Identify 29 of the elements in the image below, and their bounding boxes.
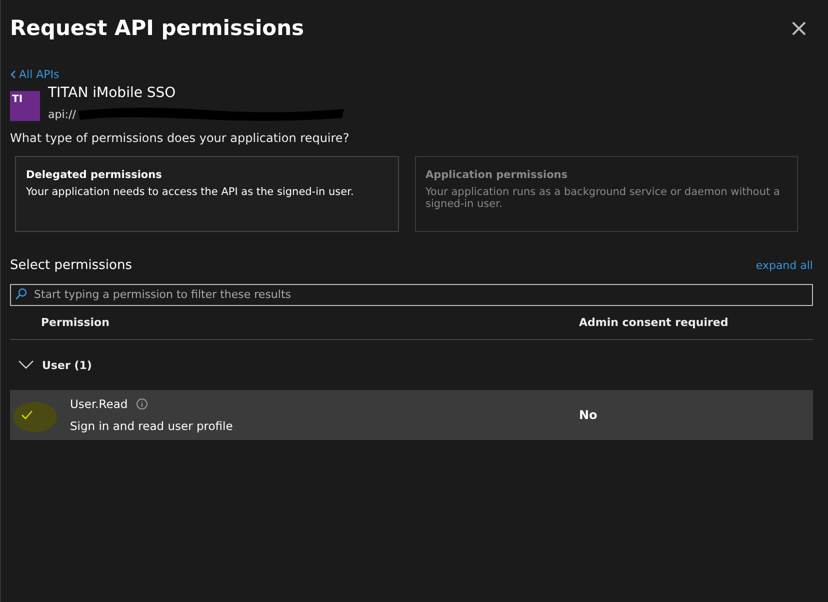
search-field[interactable]: Start typing a permission to filter these results: [10, 284, 813, 306]
permission-type-title: Application permissions: [426, 169, 569, 181]
chevron-left-icon: [10, 70, 16, 79]
group-toggle[interactable]: User (1): [10, 340, 92, 390]
checkbox[interactable]: [20, 409, 34, 421]
search-icon: [15, 288, 27, 300]
permission-type-title: Delegated permissions: [26, 169, 163, 181]
api-avatar: TI: [10, 91, 40, 121]
api-name: TITAN iMobile SSO: [48, 85, 177, 101]
permission-name: User.Read: [70, 397, 128, 411]
back-link[interactable]: All APIs: [10, 68, 60, 81]
highlight-mark: [12, 400, 58, 434]
info-icon[interactable]: [136, 398, 148, 410]
admin-consent-value: No: [579, 408, 598, 422]
permission-row[interactable]: User.Read Sign in and read user profile No: [10, 390, 813, 440]
permission-type-description: Your application needs to access the API as the signed-in user.: [26, 186, 355, 198]
close-button[interactable]: ×: [784, 14, 813, 42]
question-text: What type of permissions does your application require?: [10, 131, 350, 145]
permission-type-card[interactable]: Delegated permissions Your application needs to access the API as the signed-in user.: [15, 156, 398, 232]
api-uri: api://: [48, 108, 76, 120]
chevron-down-icon: [18, 360, 34, 370]
permission-type-description: Your application runs as a background service or daemon without a signed-in user.: [426, 186, 781, 210]
panel-title: Request API permissions: [10, 16, 304, 40]
permission-description: Sign in and read user profile: [70, 419, 234, 433]
section-heading: Select permissions: [10, 258, 132, 273]
permission-type-card[interactable]: Application permissions Your application runs as a background service or daemon without a signed-in user.: [414, 156, 798, 232]
column-header: Permission: [40, 316, 110, 328]
expand-all-link[interactable]: expand all: [756, 259, 813, 272]
column-header: Admin consent required: [579, 316, 728, 328]
